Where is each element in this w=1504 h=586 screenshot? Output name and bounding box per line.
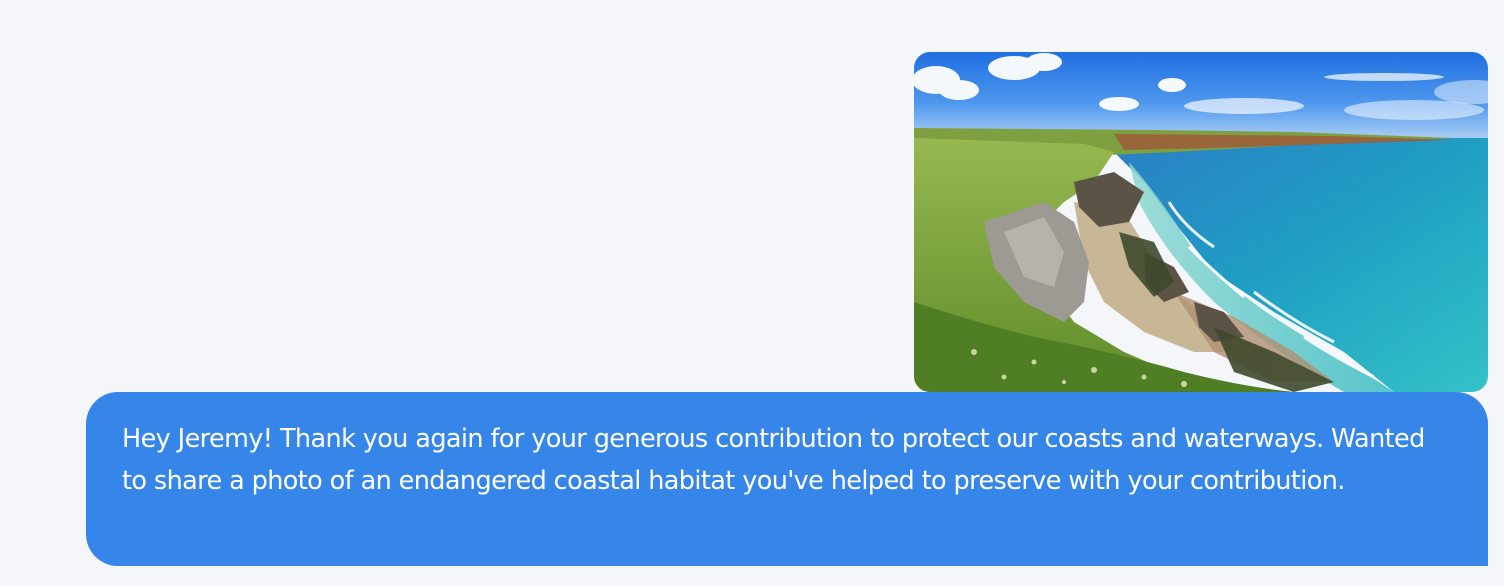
message-bubble: Hey Jeremy! Thank you again for your gen… (86, 392, 1488, 566)
coastal-landscape-image (914, 52, 1488, 392)
message-text: Hey Jeremy! Thank you again for your gen… (122, 424, 1425, 496)
coastal-habitat-photo[interactable] (914, 52, 1488, 392)
